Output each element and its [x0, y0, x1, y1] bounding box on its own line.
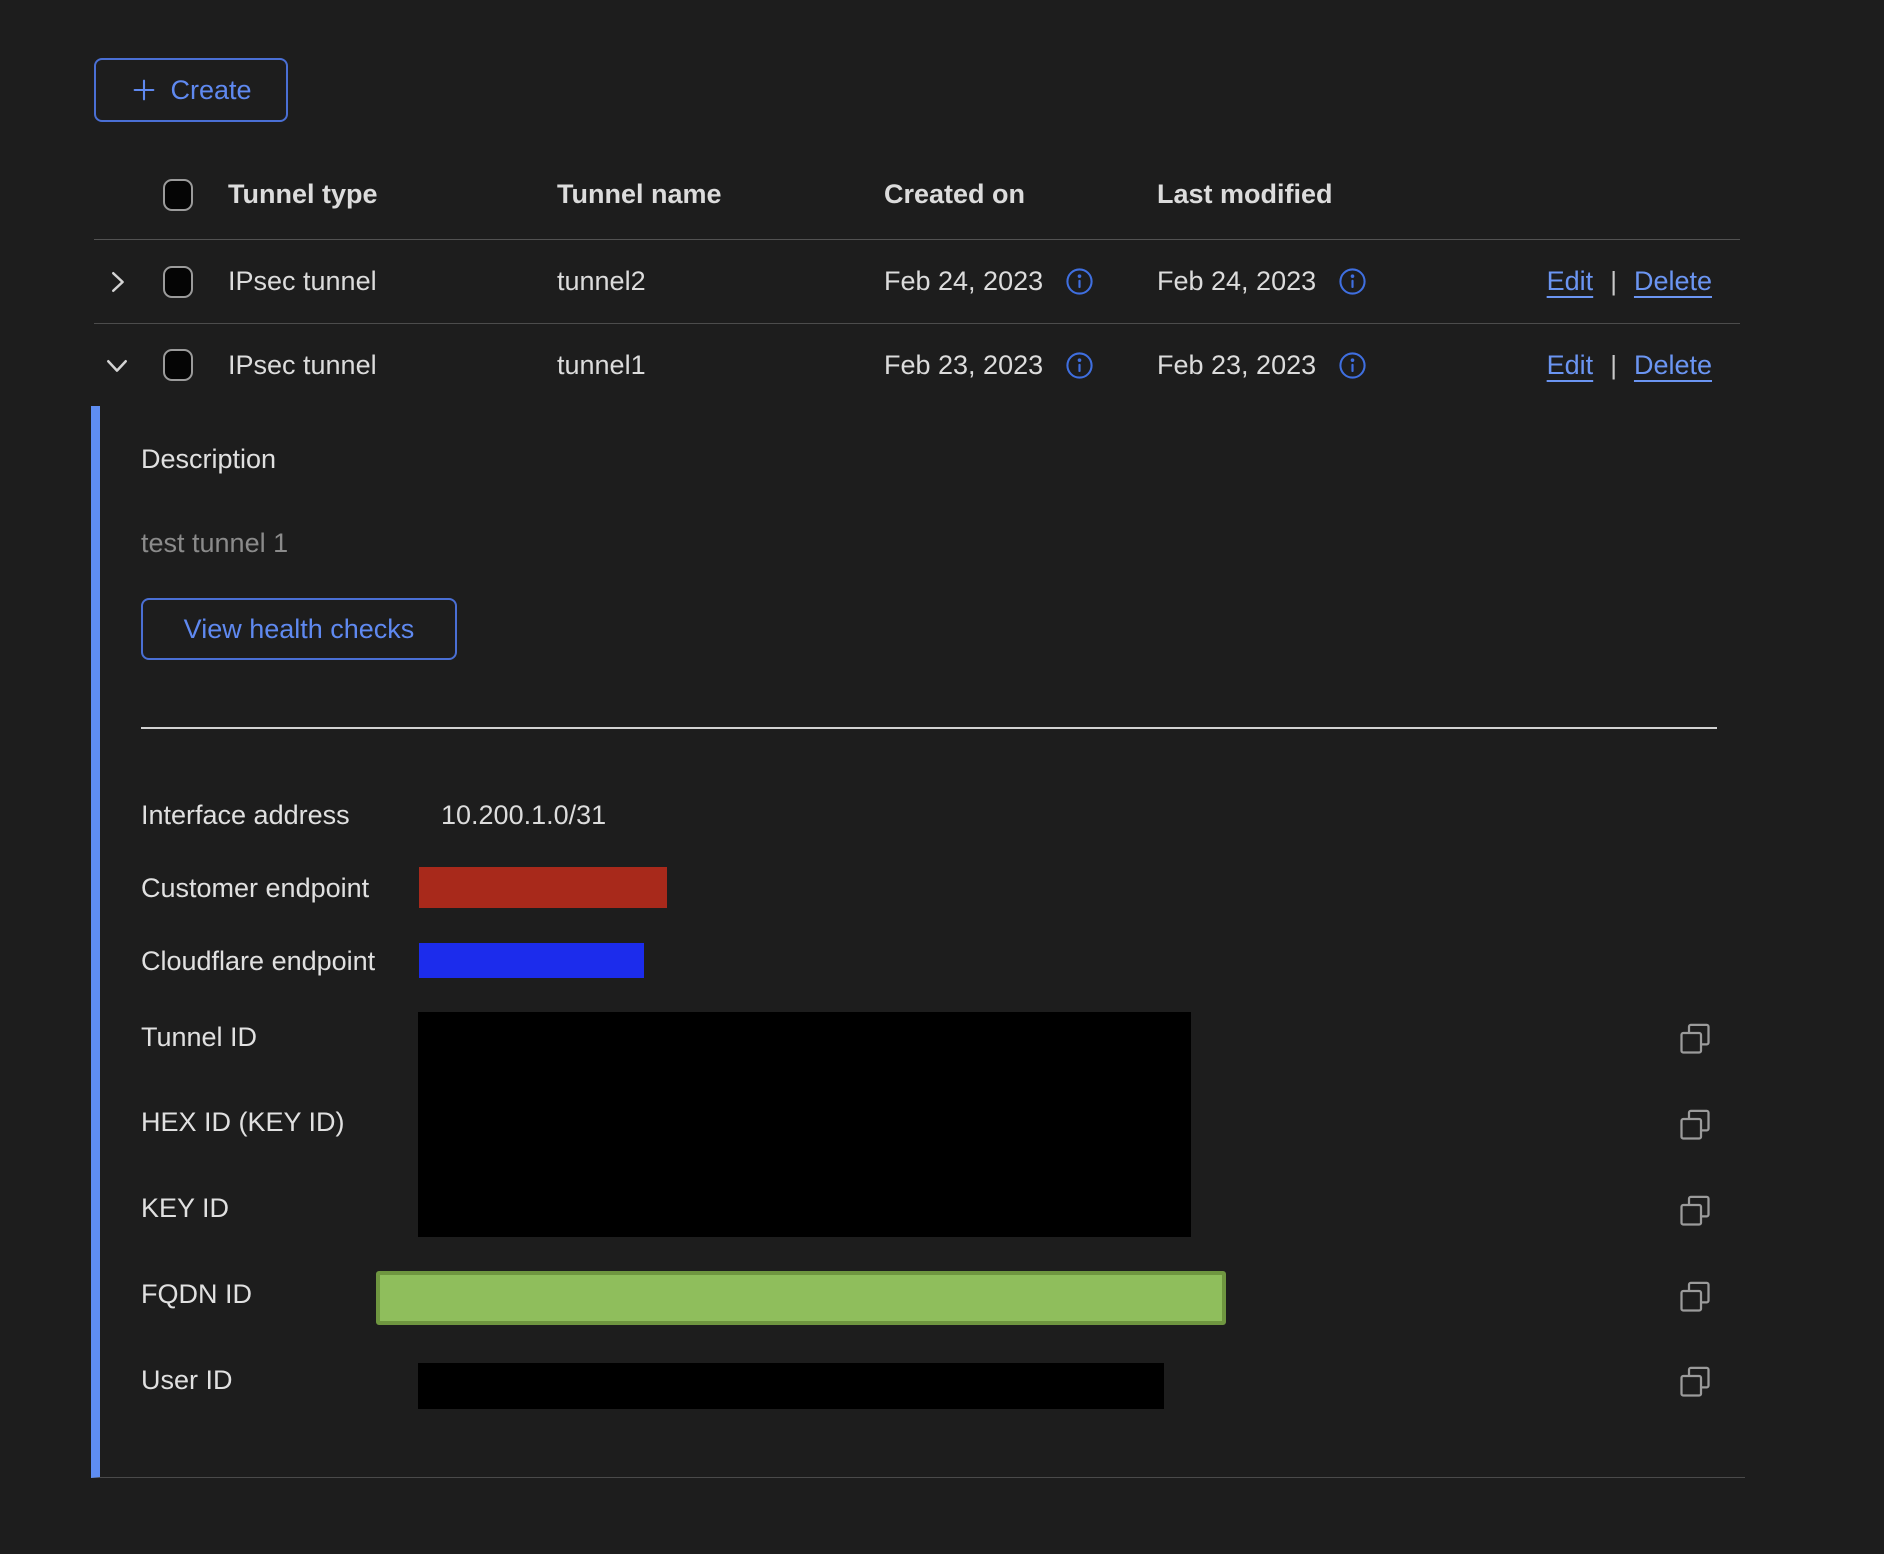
created-on-info-button[interactable]: [1065, 351, 1094, 380]
copy-icon: [1677, 1021, 1713, 1057]
info-circle-icon: [1338, 351, 1367, 380]
fqdn-id-redacted-value: [376, 1271, 1226, 1325]
hex-id-label: HEX ID (KEY ID): [141, 1106, 345, 1138]
column-header-created-on: Created on: [884, 179, 1157, 210]
last-modified-info-button[interactable]: [1338, 351, 1367, 380]
table-row-tunnel2: IPsec tunnel tunnel2 Feb 24, 2023 Feb 24…: [94, 240, 1740, 324]
section-divider: [141, 727, 1717, 729]
copy-icon: [1677, 1279, 1713, 1315]
info-circle-icon: [1065, 351, 1094, 380]
user-id-label: User ID: [141, 1364, 233, 1396]
create-button[interactable]: Create: [94, 58, 288, 122]
last-modified-cell: Feb 23, 2023: [1157, 350, 1316, 381]
column-header-tunnel-name: Tunnel name: [557, 179, 884, 210]
info-circle-icon: [1065, 267, 1094, 296]
created-on-cell: Feb 23, 2023: [884, 350, 1043, 381]
fqdn-id-label: FQDN ID: [141, 1278, 252, 1310]
plus-icon: [130, 76, 158, 104]
ipsec-tunnels-page: Create Tunnel type Tunnel name Created o…: [0, 0, 1884, 1554]
copy-fqdn-id-button[interactable]: [1677, 1279, 1713, 1315]
ids-redacted-value: [418, 1012, 1191, 1237]
action-separator: |: [1610, 266, 1617, 297]
info-circle-icon: [1338, 267, 1367, 296]
description-label: Description: [141, 443, 276, 475]
customer-endpoint-label: Customer endpoint: [141, 872, 369, 904]
chevron-down-icon: [102, 350, 132, 380]
create-button-label: Create: [170, 75, 251, 106]
key-id-label: KEY ID: [141, 1192, 229, 1224]
chevron-right-icon: [102, 267, 132, 297]
last-modified-cell: Feb 24, 2023: [1157, 266, 1316, 297]
edit-link[interactable]: Edit: [1547, 266, 1594, 297]
expanded-tunnel-details: Description test tunnel 1 View health ch…: [91, 406, 1745, 1478]
tunnel-type-cell: IPsec tunnel: [228, 266, 557, 297]
copy-tunnel-id-button[interactable]: [1677, 1021, 1713, 1057]
column-header-tunnel-type: Tunnel type: [228, 179, 557, 210]
action-separator: |: [1610, 350, 1617, 381]
cloudflare-endpoint-redacted-value: [419, 943, 644, 978]
column-header-last-modified: Last modified: [1157, 179, 1440, 210]
user-id-redacted-value: [418, 1363, 1164, 1409]
tunnel-name-cell: tunnel2: [557, 266, 884, 297]
created-on-info-button[interactable]: [1065, 267, 1094, 296]
tunnel-table: Tunnel type Tunnel name Created on Last …: [94, 150, 1740, 406]
edit-link[interactable]: Edit: [1547, 350, 1594, 381]
cloudflare-endpoint-label: Cloudflare endpoint: [141, 945, 375, 977]
tunnel-name-cell: tunnel1: [557, 350, 884, 381]
copy-icon: [1677, 1364, 1713, 1400]
table-header-row: Tunnel type Tunnel name Created on Last …: [94, 150, 1740, 240]
table-row-tunnel1: IPsec tunnel tunnel1 Feb 23, 2023 Feb 23…: [94, 324, 1740, 406]
interface-address-value: 10.200.1.0/31: [441, 799, 606, 831]
collapse-row-button[interactable]: [102, 350, 132, 380]
copy-hex-id-button[interactable]: [1677, 1107, 1713, 1143]
select-all-checkbox[interactable]: [163, 179, 193, 211]
copy-key-id-button[interactable]: [1677, 1193, 1713, 1229]
created-on-cell: Feb 24, 2023: [884, 266, 1043, 297]
customer-endpoint-redacted-value: [419, 867, 667, 908]
description-value: test tunnel 1: [141, 527, 288, 559]
select-row-checkbox[interactable]: [163, 266, 193, 298]
copy-user-id-button[interactable]: [1677, 1364, 1713, 1400]
select-row-checkbox[interactable]: [163, 349, 193, 381]
view-health-checks-button[interactable]: View health checks: [141, 598, 457, 660]
interface-address-label: Interface address: [141, 799, 350, 831]
delete-link[interactable]: Delete: [1634, 266, 1712, 297]
copy-icon: [1677, 1107, 1713, 1143]
last-modified-info-button[interactable]: [1338, 267, 1367, 296]
tunnel-id-label: Tunnel ID: [141, 1021, 257, 1053]
tunnel-type-cell: IPsec tunnel: [228, 350, 557, 381]
copy-icon: [1677, 1193, 1713, 1229]
expand-row-button[interactable]: [102, 267, 132, 297]
delete-link[interactable]: Delete: [1634, 350, 1712, 381]
